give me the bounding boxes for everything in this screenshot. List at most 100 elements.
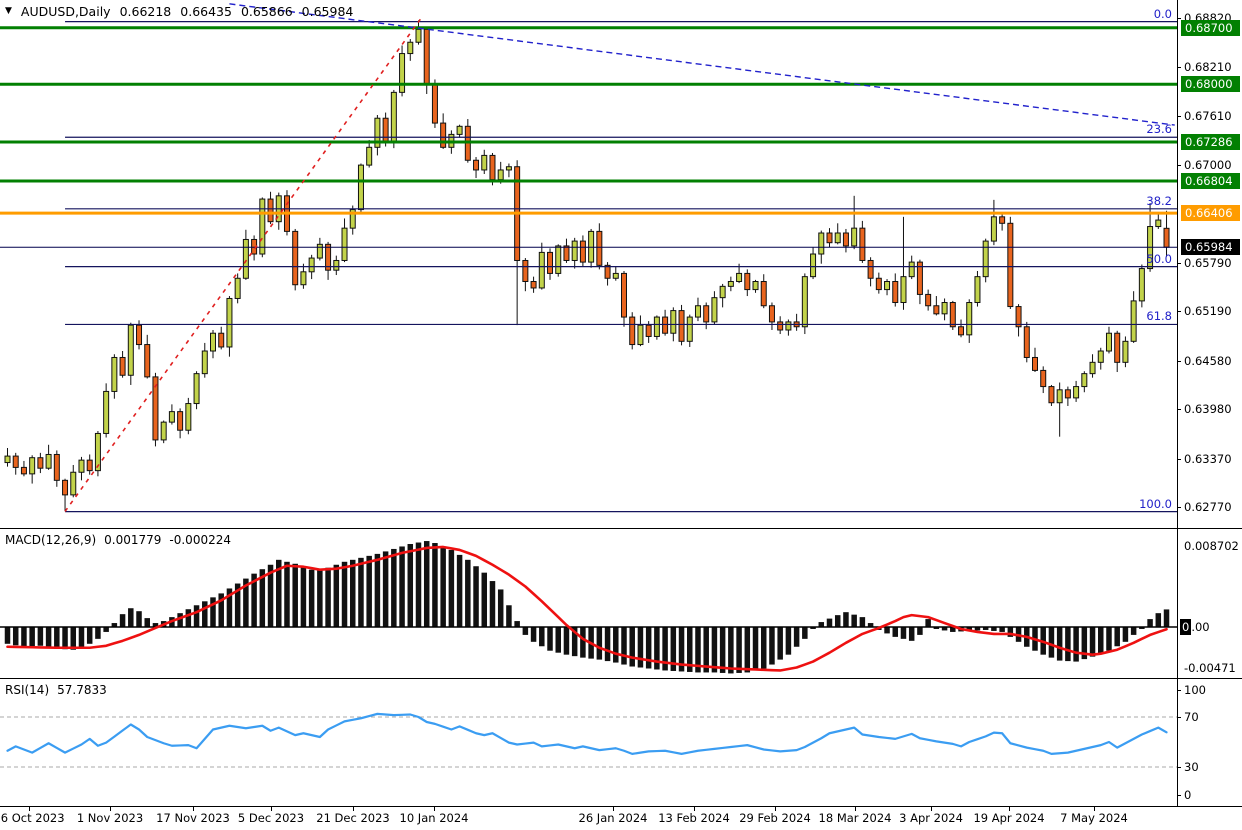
bull-candle: [161, 422, 166, 440]
bull-candle: [556, 246, 561, 273]
bull-candle: [186, 404, 191, 431]
macd-histogram-bar: [186, 609, 192, 627]
bull-candle: [498, 170, 503, 180]
date-label: 29 Feb 2024: [739, 811, 811, 825]
macd-histogram-bar: [490, 581, 496, 627]
price-tick-label: 0.64580: [1184, 354, 1232, 368]
fib-level-label: 61.8: [1146, 309, 1172, 323]
bear-candle: [950, 303, 955, 327]
bull-candle: [695, 306, 700, 317]
bull-candle: [654, 317, 659, 336]
bear-candle: [622, 273, 627, 317]
bear-candle: [646, 325, 651, 336]
macd-histogram-bar: [621, 627, 627, 665]
bear-candle: [679, 311, 684, 342]
bull-candle: [638, 325, 643, 344]
price-tick-label: 0.65790: [1184, 256, 1232, 270]
bull-candle: [30, 458, 35, 474]
macd-zero-label: .00: [1191, 620, 1209, 634]
rsi-value: 57.7833: [57, 683, 107, 697]
bear-candle: [178, 412, 183, 431]
quote-open: 0.66218: [120, 4, 172, 19]
bull-candle: [104, 391, 109, 433]
macd-histogram-bar: [498, 589, 504, 627]
macd-histogram-bar: [999, 627, 1005, 632]
price-badge: 0.68000: [1181, 76, 1240, 92]
macd-histogram-bar: [473, 566, 479, 627]
macd-histogram-bar: [342, 562, 348, 627]
price-badge: 0.66406: [1181, 205, 1240, 221]
bull-candle: [169, 412, 174, 423]
rsi-pane[interactable]: [0, 678, 1242, 806]
bear-candle: [383, 118, 388, 142]
bear-candle: [523, 260, 528, 281]
bull-candle: [1098, 351, 1103, 362]
date-tick-mark: [613, 806, 614, 811]
macd-histogram-bar: [851, 615, 857, 627]
macd-histogram-bar: [440, 546, 446, 627]
bull-candle: [482, 155, 487, 170]
macd-histogram-bar: [514, 621, 520, 627]
bear-candle: [934, 306, 939, 314]
macd-histogram-bar: [416, 543, 422, 627]
bear-candle: [597, 231, 602, 265]
symbol-dropdown-icon[interactable]: ▼: [5, 6, 12, 16]
bull-candle: [457, 126, 462, 134]
macd-histogram-bar: [893, 627, 899, 637]
macd-histogram-bar: [1098, 627, 1104, 654]
macd-histogram-bar: [745, 627, 751, 672]
macd-histogram-bar: [432, 543, 438, 627]
macd-histogram-bar: [424, 541, 430, 627]
macd-histogram-bar: [194, 605, 200, 627]
macd-pane[interactable]: [0, 528, 1242, 678]
macd-histogram-bar: [786, 627, 792, 655]
bull-candle: [112, 357, 117, 391]
bull-candle: [211, 333, 216, 351]
macd-histogram-bar: [334, 565, 340, 627]
macd-histogram-bar: [761, 627, 767, 668]
macd-histogram-bar: [901, 627, 907, 639]
price-tick-label: 0.68210: [1184, 60, 1232, 74]
rsi-axis-label: 30: [1184, 760, 1199, 774]
bull-candle: [227, 298, 232, 346]
bull-candle: [975, 277, 980, 303]
rsi-axis-label: 100: [1184, 683, 1206, 697]
bull-candle: [901, 277, 906, 303]
price-tick-label: 0.67000: [1184, 158, 1232, 172]
pane-separator[interactable]: [0, 678, 1242, 679]
bull-candle: [416, 29, 421, 42]
macd-histogram-bar: [547, 627, 553, 651]
macd-histogram-bar: [597, 627, 603, 660]
bear-candle: [54, 454, 59, 480]
quote-low: 0.65866: [241, 4, 293, 19]
macd-histogram-bar: [638, 627, 644, 668]
bear-candle: [769, 306, 774, 322]
macd-histogram-bar: [210, 597, 216, 627]
pane-separator[interactable]: [0, 528, 1242, 529]
macd-histogram-bar: [605, 627, 611, 661]
bear-candle: [531, 281, 536, 287]
bull-candle: [983, 241, 988, 277]
bull-candle: [671, 311, 676, 334]
date-tick-mark: [353, 806, 354, 811]
date-tick-mark: [1094, 806, 1095, 811]
macd-histogram-bar: [613, 627, 619, 663]
bull-candle: [1074, 387, 1079, 398]
bull-candle: [1131, 301, 1136, 341]
macd-histogram-bar: [720, 627, 726, 673]
macd-histogram-bar: [794, 627, 800, 647]
macd-histogram-bar: [38, 627, 44, 646]
date-label: 21 Dec 2023: [316, 811, 389, 825]
bull-candle: [720, 286, 725, 297]
bull-candle: [942, 303, 947, 314]
bear-candle: [87, 460, 92, 471]
bear-candle: [1049, 387, 1054, 403]
macd-histogram-bar: [506, 605, 512, 627]
macd-histogram-bar: [917, 627, 923, 635]
date-tick-mark: [110, 806, 111, 811]
macd-histogram-bar: [1156, 613, 1162, 627]
main-chart-pane[interactable]: [0, 0, 1242, 528]
macd-histogram-bar: [399, 546, 405, 627]
date-axis[interactable]: 16 Oct 20231 Nov 202317 Nov 20235 Dec 20…: [0, 806, 1242, 830]
bear-candle: [704, 306, 709, 322]
